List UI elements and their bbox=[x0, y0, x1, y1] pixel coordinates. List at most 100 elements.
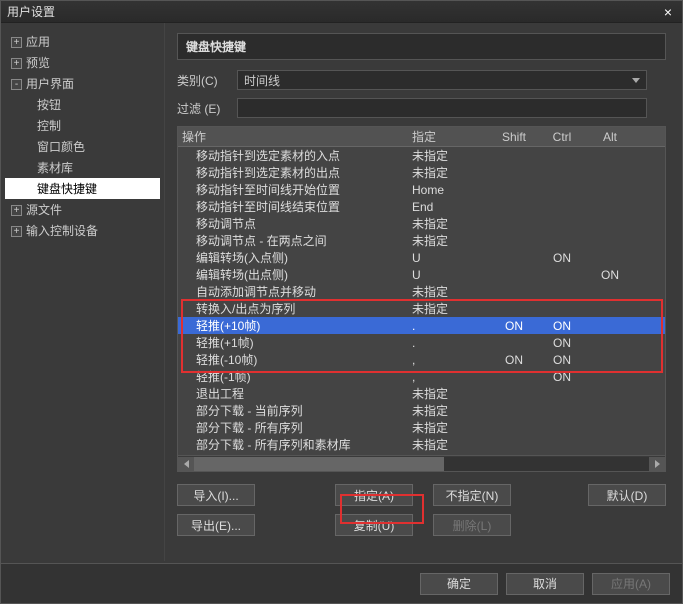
table-row[interactable]: 部分下载 - 当前序列未指定 bbox=[178, 402, 665, 419]
panel-title: 键盘快捷键 bbox=[177, 33, 666, 60]
cell-ctrl: ON bbox=[538, 353, 586, 367]
tree-label: 素材库 bbox=[37, 161, 73, 175]
collapse-icon[interactable]: - bbox=[11, 79, 22, 90]
th-alt: Alt bbox=[586, 130, 634, 144]
table-row[interactable]: 自动添加调节点并移动未指定 bbox=[178, 283, 665, 300]
close-icon[interactable]: × bbox=[660, 4, 676, 20]
cell-assign: 未指定 bbox=[412, 453, 490, 455]
scroll-thumb[interactable] bbox=[194, 457, 444, 471]
scroll-right-icon[interactable] bbox=[649, 457, 665, 471]
th-operation: 操作 bbox=[182, 128, 412, 145]
expand-icon[interactable]: + bbox=[11, 37, 22, 48]
cell-op: 移动调节点 - 在两点之间 bbox=[196, 232, 412, 249]
window-title: 用户设置 bbox=[7, 3, 660, 20]
table-row[interactable]: 轻推(-10帧),ONON bbox=[178, 351, 665, 368]
cell-assign: 未指定 bbox=[412, 283, 490, 300]
tree-node[interactable]: +应用 bbox=[5, 31, 160, 52]
scroll-left-icon[interactable] bbox=[178, 457, 194, 471]
cell-shift: ON bbox=[490, 353, 538, 367]
expand-icon[interactable]: + bbox=[11, 226, 22, 237]
footer: 确定 取消 应用(A) bbox=[1, 563, 682, 603]
table-row[interactable]: 编辑转场(出点侧)UON bbox=[178, 266, 665, 283]
cell-op: 部分下载 - 当前序列 bbox=[196, 402, 412, 419]
cell-op: 轻推(-1帧) bbox=[196, 368, 412, 385]
tree-label: 预览 bbox=[26, 56, 50, 70]
table-row[interactable]: 部分下载 - 所有序列和素材库未指定 bbox=[178, 436, 665, 453]
cell-op: 轻推(+1帧) bbox=[196, 334, 412, 351]
tree-node[interactable]: 素材库 bbox=[5, 157, 160, 178]
cell-assign: . bbox=[412, 336, 490, 350]
cell-ctrl: ON bbox=[538, 370, 586, 384]
tree-node[interactable]: 控制 bbox=[5, 115, 160, 136]
table-body[interactable]: 移动指针到选定素材的入点未指定移动指针到选定素材的出点未指定移动指针至时间线开始… bbox=[178, 147, 665, 455]
tree-node[interactable]: 键盘快捷键 bbox=[5, 178, 160, 199]
apply-button[interactable]: 应用(A) bbox=[592, 573, 670, 595]
th-assign: 指定 bbox=[412, 128, 490, 145]
ok-button[interactable]: 确定 bbox=[420, 573, 498, 595]
tree-label: 用户界面 bbox=[26, 77, 74, 91]
tree-node[interactable]: 窗口颜色 bbox=[5, 136, 160, 157]
tree-node[interactable]: +源文件 bbox=[5, 199, 160, 220]
default-button[interactable]: 默认(D) bbox=[588, 484, 666, 506]
cell-assign: 未指定 bbox=[412, 419, 490, 436]
table-row[interactable]: 退出工程未指定 bbox=[178, 385, 665, 402]
table-row[interactable]: 部分下载 - 所有序列未指定 bbox=[178, 419, 665, 436]
tree-label: 窗口颜色 bbox=[37, 140, 85, 154]
table-row[interactable]: 移动指针到选定素材的入点未指定 bbox=[178, 147, 665, 164]
table-row[interactable]: 移动调节点 - 在两点之间未指定 bbox=[178, 232, 665, 249]
nav-tree[interactable]: +应用+预览-用户界面按钮控制窗口颜色素材库键盘快捷键+源文件+输入控制设备 bbox=[1, 23, 165, 561]
cell-op: 移动指针到选定素材的入点 bbox=[196, 147, 412, 164]
filter-label: 过滤 (E) bbox=[177, 100, 237, 117]
table-row[interactable]: 音频偏移未指定 bbox=[178, 453, 665, 455]
cell-ctrl: ON bbox=[538, 319, 586, 333]
copy-button[interactable]: 复制(U) bbox=[335, 514, 413, 536]
cell-assign: Home bbox=[412, 183, 490, 197]
cell-op: 自动添加调节点并移动 bbox=[196, 283, 412, 300]
tree-label: 按钮 bbox=[37, 98, 61, 112]
expand-icon[interactable]: + bbox=[11, 58, 22, 69]
delete-button[interactable]: 删除(L) bbox=[433, 514, 511, 536]
assign-button[interactable]: 指定(A) bbox=[335, 484, 413, 506]
cell-assign: 未指定 bbox=[412, 232, 490, 249]
cell-assign: 未指定 bbox=[412, 164, 490, 181]
table-row[interactable]: 轻推(+1帧). ON bbox=[178, 334, 665, 351]
cell-assign: 未指定 bbox=[412, 385, 490, 402]
tree-node[interactable]: -用户界面 bbox=[5, 73, 160, 94]
h-scrollbar[interactable] bbox=[178, 455, 665, 471]
table-row[interactable]: 移动指针至时间线开始位置Home bbox=[178, 181, 665, 198]
tree-node[interactable]: + 预览 bbox=[5, 52, 160, 73]
shortcut-table: 操作 指定 Shift Ctrl Alt 移动指针到选定素材的入点未指定移动指针… bbox=[177, 126, 666, 472]
table-row[interactable]: 编辑转场(入点侧)UON bbox=[178, 249, 665, 266]
cell-shift: ON bbox=[490, 319, 538, 333]
export-button[interactable]: 导出(E)... bbox=[177, 514, 255, 536]
table-row[interactable]: 移动指针至时间线结束位置End bbox=[178, 198, 665, 215]
table-row[interactable]: 轻推(-1帧),ON bbox=[178, 368, 665, 385]
table-row[interactable]: 转换入/出点为序列未指定 bbox=[178, 300, 665, 317]
cell-assign: . bbox=[412, 319, 490, 333]
cell-op: 轻推(+10帧) bbox=[196, 317, 412, 334]
table-row[interactable]: 轻推(+10帧).ONON bbox=[178, 317, 665, 334]
th-shift: Shift bbox=[490, 130, 538, 144]
main-panel: 键盘快捷键 类别(C) 时间线 过滤 (E) 操作 指定 Shift Ctrl … bbox=[165, 23, 682, 561]
table-row[interactable]: 移动指针到选定素材的出点未指定 bbox=[178, 164, 665, 181]
table-row[interactable]: 移动调节点未指定 bbox=[178, 215, 665, 232]
category-value: 时间线 bbox=[244, 72, 280, 89]
cell-assign: , bbox=[412, 353, 490, 367]
cell-op: 部分下载 - 所有序列和素材库 bbox=[196, 436, 412, 453]
cell-ctrl: ON bbox=[538, 336, 586, 350]
unassign-button[interactable]: 不指定(N) bbox=[433, 484, 511, 506]
button-area: 导入(I)... 导出(E)... 指定(A) 复制(U) 不指定(N) 删除(… bbox=[177, 484, 666, 536]
scroll-track[interactable] bbox=[194, 457, 649, 471]
cancel-button[interactable]: 取消 bbox=[506, 573, 584, 595]
tree-node[interactable]: + 输入控制设备 bbox=[5, 220, 160, 241]
filter-input[interactable] bbox=[237, 98, 647, 118]
tree-label: 输入控制设备 bbox=[26, 224, 98, 238]
category-select[interactable]: 时间线 bbox=[237, 70, 647, 90]
tree-label: 控制 bbox=[37, 119, 61, 133]
titlebar: 用户设置 × bbox=[1, 1, 682, 23]
cell-op: 编辑转场(出点侧) bbox=[196, 266, 412, 283]
import-button[interactable]: 导入(I)... bbox=[177, 484, 255, 506]
expand-icon[interactable]: + bbox=[11, 205, 22, 216]
tree-node[interactable]: 按钮 bbox=[5, 94, 160, 115]
cell-assign: 未指定 bbox=[412, 436, 490, 453]
